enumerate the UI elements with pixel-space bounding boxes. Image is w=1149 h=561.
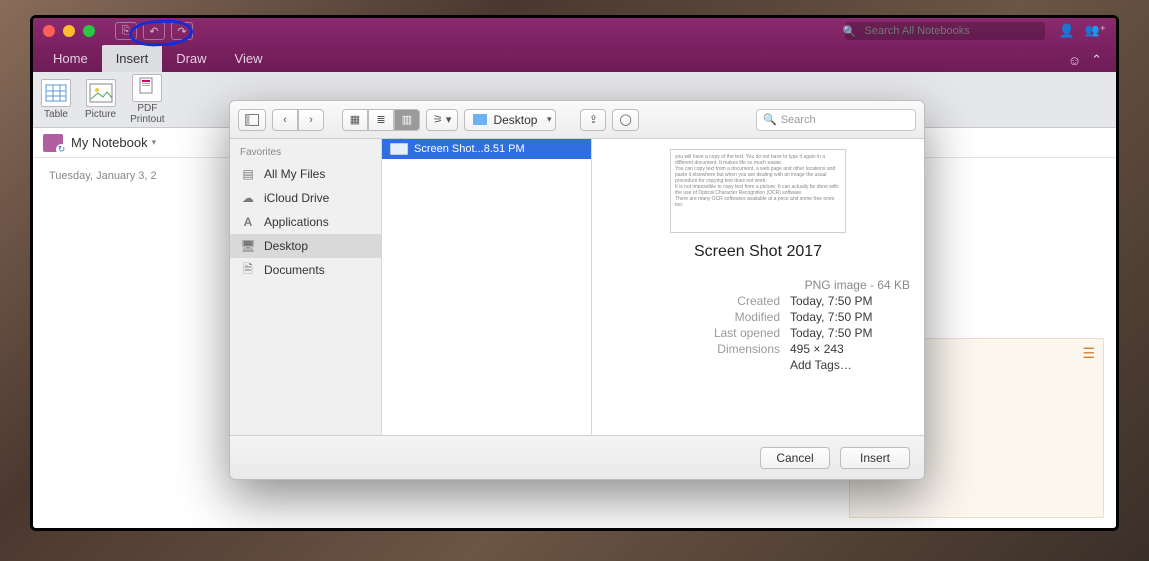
picture-icon (86, 79, 116, 107)
search-icon: 🔍 (763, 113, 777, 126)
tab-view[interactable]: View (221, 45, 277, 72)
file-open-dialog: ‹ › ▦ ≣ ▥ ⚞ ▾ Desktop ⇪ ◯ (229, 100, 925, 480)
zoom-window-button[interactable] (83, 25, 95, 37)
folder-icon (473, 114, 487, 125)
cancel-button[interactable]: Cancel (760, 447, 830, 469)
ribbon-label: Table (44, 109, 68, 120)
table-icon (41, 79, 71, 107)
preview-info: PNG image - 64 KB CreatedToday, 7:50 PM … (606, 277, 910, 373)
location-popup[interactable]: Desktop (464, 109, 556, 131)
sidebar-item-applications[interactable]: A Applications (230, 210, 381, 234)
insert-button[interactable]: Insert (840, 447, 910, 469)
tab-draw[interactable]: Draw (162, 45, 220, 72)
dialog-sidebar: Favorites ▤ All My Files ☁︎ iCloud Drive… (230, 139, 382, 435)
sidebar-item-label: All My Files (264, 167, 325, 181)
tags-button[interactable]: ◯ (612, 109, 638, 131)
sidebar-item-label: Desktop (264, 239, 308, 253)
qat-undo-button[interactable]: ↶ (143, 22, 165, 40)
search-icon: 🔍 (843, 25, 857, 38)
sidebar-item-documents[interactable]: 🗎 Documents (230, 258, 381, 282)
nav-forward-button[interactable]: › (298, 109, 324, 131)
apps-icon: A (240, 215, 256, 229)
info-value: 495 × 243 (790, 342, 910, 356)
info-value: Today, 7:50 PM (790, 326, 910, 340)
preview-pane: you will have a copy of the text. You do… (592, 139, 924, 435)
file-list: Screen Shot...8.51 PM (382, 139, 592, 435)
page-date: Tuesday, January 3, 2 (49, 170, 157, 182)
sidebar-item-icloud[interactable]: ☁︎ iCloud Drive (230, 186, 381, 210)
file-name: Screen Shot...8.51 PM (414, 143, 525, 155)
minimize-window-button[interactable] (63, 25, 75, 37)
notebook-name: My Notebook (71, 135, 148, 150)
search-placeholder: Search (781, 114, 816, 126)
group-by-button[interactable]: ⚞ ▾ (426, 109, 458, 131)
add-tags-link[interactable]: Add Tags… (790, 358, 910, 372)
info-label: Modified (680, 310, 780, 324)
ribbon-label: Picture (85, 109, 116, 120)
quick-access-toolbar: ⎘ ↶ ↷ (115, 22, 193, 40)
nav-back-button[interactable]: ‹ (272, 109, 298, 131)
feedback-smile-icon[interactable]: ☺ (1068, 53, 1081, 68)
info-value: Today, 7:50 PM (790, 310, 910, 324)
all-files-icon: ▤ (240, 167, 256, 181)
desktop-icon: 🖥 (240, 239, 256, 253)
location-name: Desktop (493, 113, 537, 127)
sidebar-item-label: Documents (264, 263, 325, 277)
file-row[interactable]: Screen Shot...8.51 PM (382, 139, 591, 159)
ribbon-label: PDF Printout (130, 104, 164, 125)
file-thumb-icon (390, 143, 408, 155)
add-people-icon[interactable]: 👥⁺ (1085, 23, 1106, 39)
chevron-down-icon: ▾ (152, 137, 157, 148)
notebook-search-input[interactable] (845, 22, 1045, 40)
view-columns-button[interactable]: ▥ (394, 109, 420, 131)
view-icons-button[interactable]: ▦ (342, 109, 368, 131)
ribbon-picture[interactable]: Picture (85, 79, 116, 120)
pdf-icon (132, 74, 162, 102)
preview-kind: PNG image - 64 KB (805, 278, 910, 292)
preview-thumbnail: you will have a copy of the text. You do… (670, 149, 846, 233)
ribbon-table[interactable]: Table (41, 79, 71, 120)
close-window-button[interactable] (43, 25, 55, 37)
account-icon[interactable]: 👤 (1059, 23, 1075, 39)
info-label: Dimensions (680, 342, 780, 356)
collapse-ribbon-icon[interactable]: ⌃ (1091, 52, 1102, 68)
sidebar-header: Favorites (230, 139, 381, 162)
qat-redo-button[interactable]: ↷ (171, 22, 193, 40)
sidebar-item-desktop[interactable]: 🖥 Desktop (230, 234, 381, 258)
tab-home[interactable]: Home (39, 45, 102, 72)
info-label (680, 358, 780, 372)
notebook-icon (43, 134, 63, 152)
view-list-button[interactable]: ≣ (368, 109, 394, 131)
dialog-search-input[interactable]: 🔍 Search (756, 109, 916, 131)
titlebar: ⎘ ↶ ↷ 🔍 👤 👥⁺ (33, 18, 1116, 44)
ribbon-pdf-printout[interactable]: PDF Printout (130, 74, 164, 125)
dialog-toolbar: ‹ › ▦ ≣ ▥ ⚞ ▾ Desktop ⇪ ◯ (230, 101, 924, 139)
share-button[interactable]: ⇪ (580, 109, 606, 131)
sidebar-item-label: iCloud Drive (264, 191, 329, 205)
tab-insert[interactable]: Insert (102, 45, 163, 72)
preview-title: Screen Shot 2017 (694, 243, 822, 261)
sidebar-item-all-my-files[interactable]: ▤ All My Files (230, 162, 381, 186)
info-label: Created (680, 294, 780, 308)
info-label: Last opened (680, 326, 780, 340)
ribbon-tabs: Home Insert Draw View ☺ ⌃ (33, 44, 1116, 72)
cloud-icon: ☁︎ (240, 191, 256, 205)
page-list-icon[interactable]: ☰ (1082, 345, 1095, 362)
info-value: Today, 7:50 PM (790, 294, 910, 308)
window-controls (43, 25, 95, 37)
dialog-footer: Cancel Insert (230, 435, 924, 479)
qat-button[interactable]: ⎘ (115, 22, 137, 40)
documents-icon: 🗎 (240, 263, 256, 277)
toggle-sidebar-button[interactable] (238, 109, 266, 131)
sidebar-item-label: Applications (264, 215, 329, 229)
